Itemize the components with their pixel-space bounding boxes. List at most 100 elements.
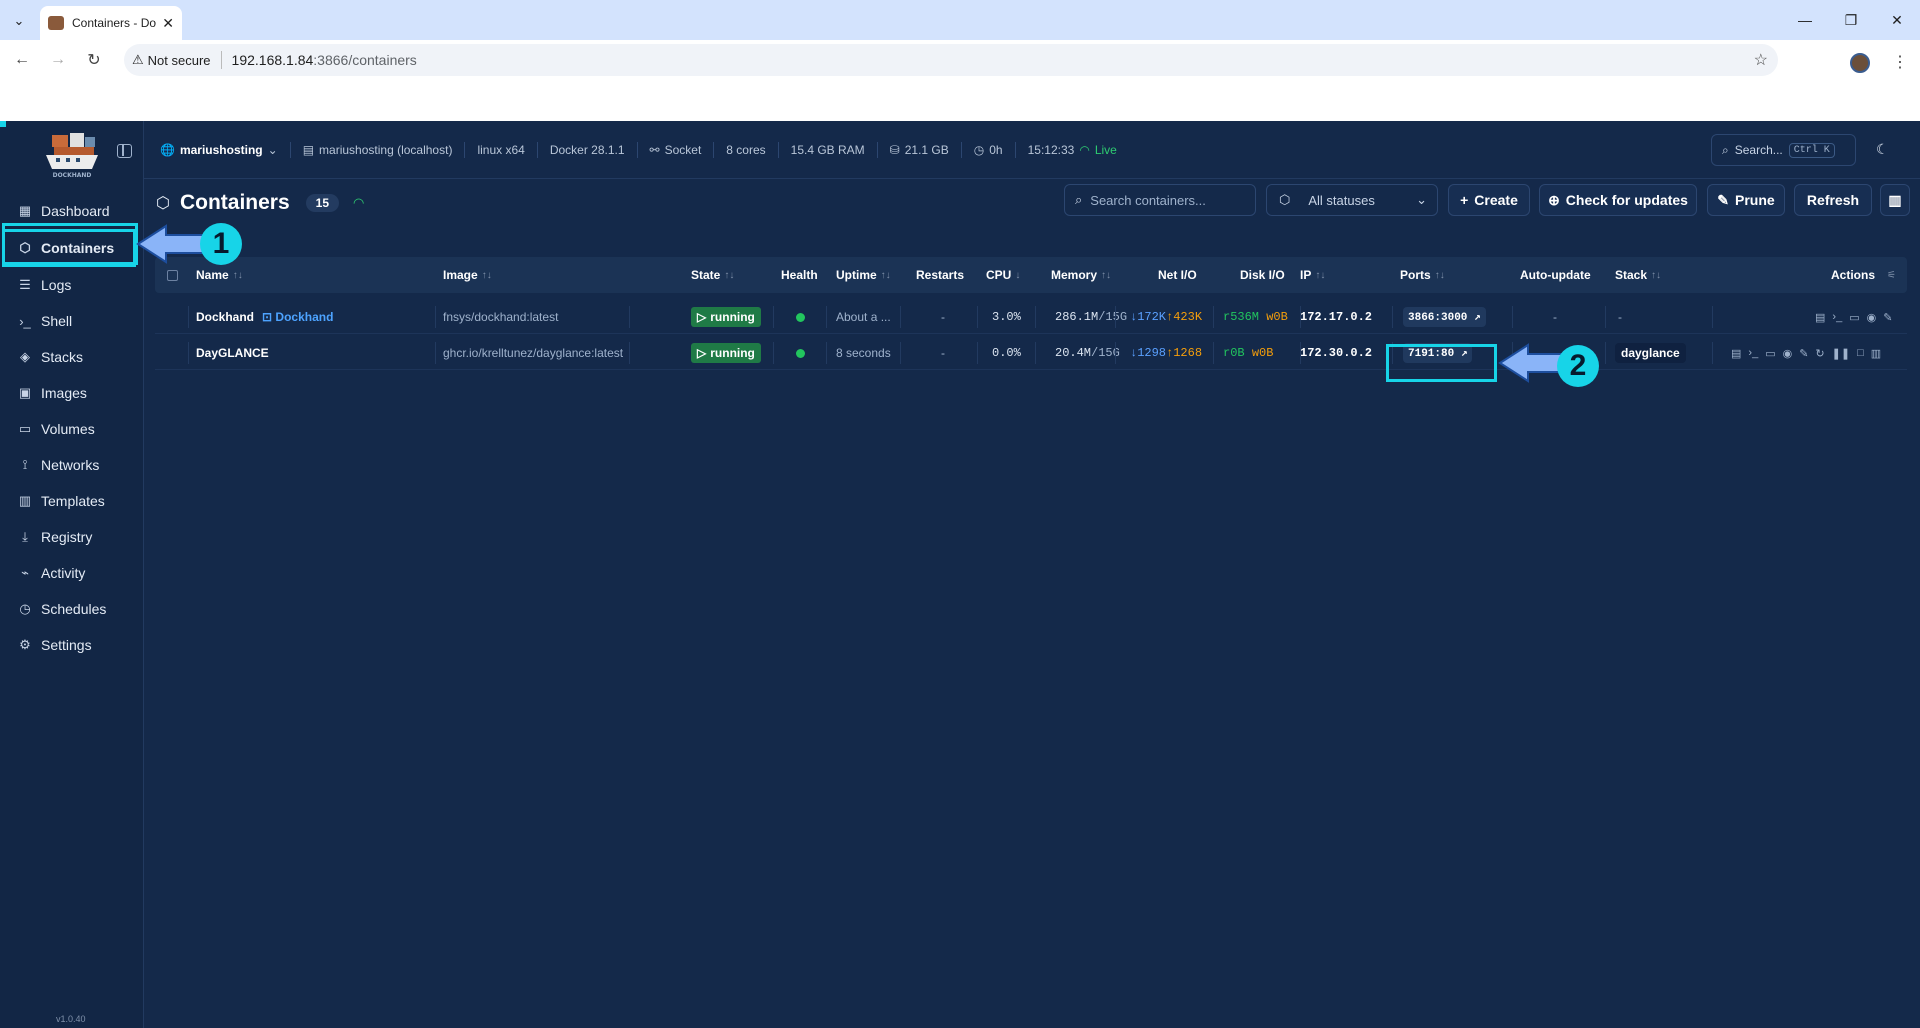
col-restarts[interactable]: Restarts xyxy=(916,257,964,293)
box-icon: ⬡ xyxy=(156,195,170,212)
environment-selector[interactable]: 🌐 mariushosting ⌄ xyxy=(144,142,290,158)
layers-icon: ◈ xyxy=(20,349,30,364)
restart-icon[interactable]: ↻ xyxy=(1815,347,1824,360)
trash-icon[interactable]: ▥ xyxy=(1871,347,1881,360)
sidebar-item-logs[interactable]: ☰ Logs xyxy=(0,267,144,303)
col-ip[interactable]: IP ↑↓ xyxy=(1300,257,1325,293)
file-icon[interactable]: ▤ xyxy=(1815,311,1825,324)
sort-icon: ↑↓ xyxy=(481,269,492,281)
column-divider xyxy=(977,306,978,328)
plug-icon: ⚯ xyxy=(649,142,660,157)
check-updates-button[interactable]: ⊕ Check for updates xyxy=(1539,184,1697,216)
profile-avatar[interactable] xyxy=(1850,53,1870,73)
container-name[interactable]: DayGLANCE xyxy=(196,336,269,370)
prune-button[interactable]: ✎ Prune xyxy=(1707,184,1785,216)
sidebar-item-images[interactable]: ▣ Images xyxy=(0,375,144,411)
terminal-icon[interactable]: ›_ xyxy=(1832,311,1842,324)
col-cpu[interactable]: CPU ↓ xyxy=(986,257,1020,293)
pause-icon[interactable]: ❚❚ xyxy=(1832,347,1850,360)
ram-info: 15.4 GB RAM xyxy=(777,141,877,158)
sidebar-item-registry[interactable]: ⤓ Registry xyxy=(0,519,144,555)
restarts: - xyxy=(941,310,945,324)
theme-toggle-icon[interactable]: ☾ xyxy=(1876,141,1889,158)
sort-icon: ↑↓ xyxy=(232,269,243,281)
sidebar-item-volumes[interactable]: ▭ Volumes xyxy=(0,411,144,447)
tab-search-dropdown-icon[interactable]: ⌄ xyxy=(6,8,32,34)
forward-icon[interactable]: → xyxy=(44,48,72,72)
col-image[interactable]: Image ↑↓ xyxy=(443,257,492,293)
sidebar-item-activity[interactable]: ⌁ Activity xyxy=(0,555,144,591)
minimize-icon[interactable]: — xyxy=(1782,0,1828,40)
col-ports[interactable]: Ports ↑↓ xyxy=(1400,257,1445,293)
close-tab-icon[interactable]: ✕ xyxy=(162,15,174,32)
edit-icon[interactable]: ✎ xyxy=(1799,347,1808,360)
table-row[interactable]: DayGLANCE ghcr.io/krelltunez/dayglance:la… xyxy=(155,336,1907,370)
health-indicator xyxy=(796,300,805,334)
container-search-input[interactable]: ⌕ Search containers... xyxy=(1064,184,1256,216)
col-autoupdate[interactable]: Auto-update xyxy=(1520,257,1591,293)
sidebar-item-label: Schedules xyxy=(41,601,107,617)
svg-text:DOCKHAND: DOCKHAND xyxy=(53,172,92,179)
sidebar-item-templates[interactable]: ▥ Templates xyxy=(0,483,144,519)
col-memory[interactable]: Memory ↑↓ xyxy=(1051,257,1111,293)
sidebar-item-schedules[interactable]: ◷ Schedules xyxy=(0,591,144,627)
eye-icon[interactable]: ◉ xyxy=(1783,347,1793,360)
browser-menu-icon[interactable]: ⋮ xyxy=(1892,52,1908,72)
create-button[interactable]: + Create xyxy=(1448,184,1530,216)
stop-icon[interactable]: □ xyxy=(1857,347,1864,360)
select-all-checkbox[interactable] xyxy=(167,270,178,281)
global-search[interactable]: ⌕ Search... Ctrl K xyxy=(1711,134,1856,166)
browser-tab[interactable]: Containers - Do ✕ xyxy=(40,6,182,40)
edit-icon[interactable]: ✎ xyxy=(1883,311,1892,324)
col-diskio[interactable]: Disk I/O xyxy=(1240,257,1285,293)
col-health[interactable]: Health xyxy=(781,257,818,293)
column-divider xyxy=(826,306,827,328)
col-state[interactable]: State ↑↓ xyxy=(691,257,734,293)
uptime: About a ... xyxy=(836,310,891,324)
live-wifi-icon: ◠ xyxy=(353,195,365,210)
security-warning[interactable]: ⚠ Not secure xyxy=(132,52,211,68)
row-actions: ▤ ›_ ▭ ◉ ✎ xyxy=(1815,300,1892,334)
sidebar-item-label: Shell xyxy=(41,313,73,329)
refresh-button[interactable]: Refresh xyxy=(1794,184,1872,216)
download-icon: ⤓ xyxy=(22,529,28,544)
tab-title: Containers - Do xyxy=(72,16,157,30)
restore-icon[interactable]: ❐ xyxy=(1828,0,1874,40)
column-divider xyxy=(435,342,436,364)
table-row[interactable]: Dockhand ⊡ Dockhand fnsys/dockhand:latest ▷… xyxy=(155,300,1907,334)
port-link[interactable]: 3866:3000 ↗ xyxy=(1403,300,1486,334)
sidebar-item-label: Volumes xyxy=(41,421,95,437)
address-bar[interactable]: ⚠ Not secure 192.168.1.84:3866/containers… xyxy=(124,44,1778,76)
sidebar-item-stacks[interactable]: ◈ Stacks xyxy=(0,339,144,375)
auto-update: - xyxy=(1553,310,1557,324)
sort-icon: ↑↓ xyxy=(880,269,891,281)
disk-io: r0B w0B xyxy=(1223,346,1274,360)
back-icon[interactable]: ← xyxy=(8,48,36,72)
terminal-icon[interactable]: ›_ xyxy=(1748,347,1758,360)
col-uptime[interactable]: Uptime ↑↓ xyxy=(836,257,891,293)
sidebar-item-settings[interactable]: ⚙ Settings xyxy=(0,627,144,663)
server-icon: ▤ xyxy=(302,142,315,157)
healthy-dot-icon xyxy=(796,348,805,358)
col-netio[interactable]: Net I/O xyxy=(1158,257,1197,293)
col-stack[interactable]: Stack ↑↓ xyxy=(1615,257,1661,293)
layout-toggle-icon[interactable]: ▥ xyxy=(1880,184,1910,216)
eye-icon[interactable]: ◉ xyxy=(1867,311,1877,324)
reload-icon[interactable]: ↻ xyxy=(80,48,108,72)
status-filter-select[interactable]: ⬡ All statuses ⌄ xyxy=(1266,184,1438,216)
column-divider xyxy=(188,342,189,364)
search-icon: ⌕ xyxy=(1075,192,1083,207)
collapse-sidebar-icon[interactable] xyxy=(117,144,132,158)
file-icon[interactable]: ▤ xyxy=(1731,347,1741,360)
col-actions[interactable]: Actions ⚟ xyxy=(1831,257,1896,293)
folder-icon[interactable]: ▭ xyxy=(1849,311,1859,324)
folder-icon[interactable]: ▭ xyxy=(1765,347,1775,360)
sidebar-item-shell[interactable]: ›_ Shell xyxy=(0,303,144,339)
container-name[interactable]: Dockhand ⊡ Dockhand xyxy=(196,300,333,334)
page-top-gap xyxy=(0,80,1920,121)
sidebar-item-networks[interactable]: ⟟ Networks xyxy=(0,447,144,483)
window-close-icon[interactable]: ✕ xyxy=(1874,0,1920,40)
bookmark-star-icon[interactable]: ☆ xyxy=(1754,50,1768,70)
self-badge: ⊡ Dockhand xyxy=(262,310,334,324)
stack-badge[interactable]: dayglance xyxy=(1615,336,1686,370)
